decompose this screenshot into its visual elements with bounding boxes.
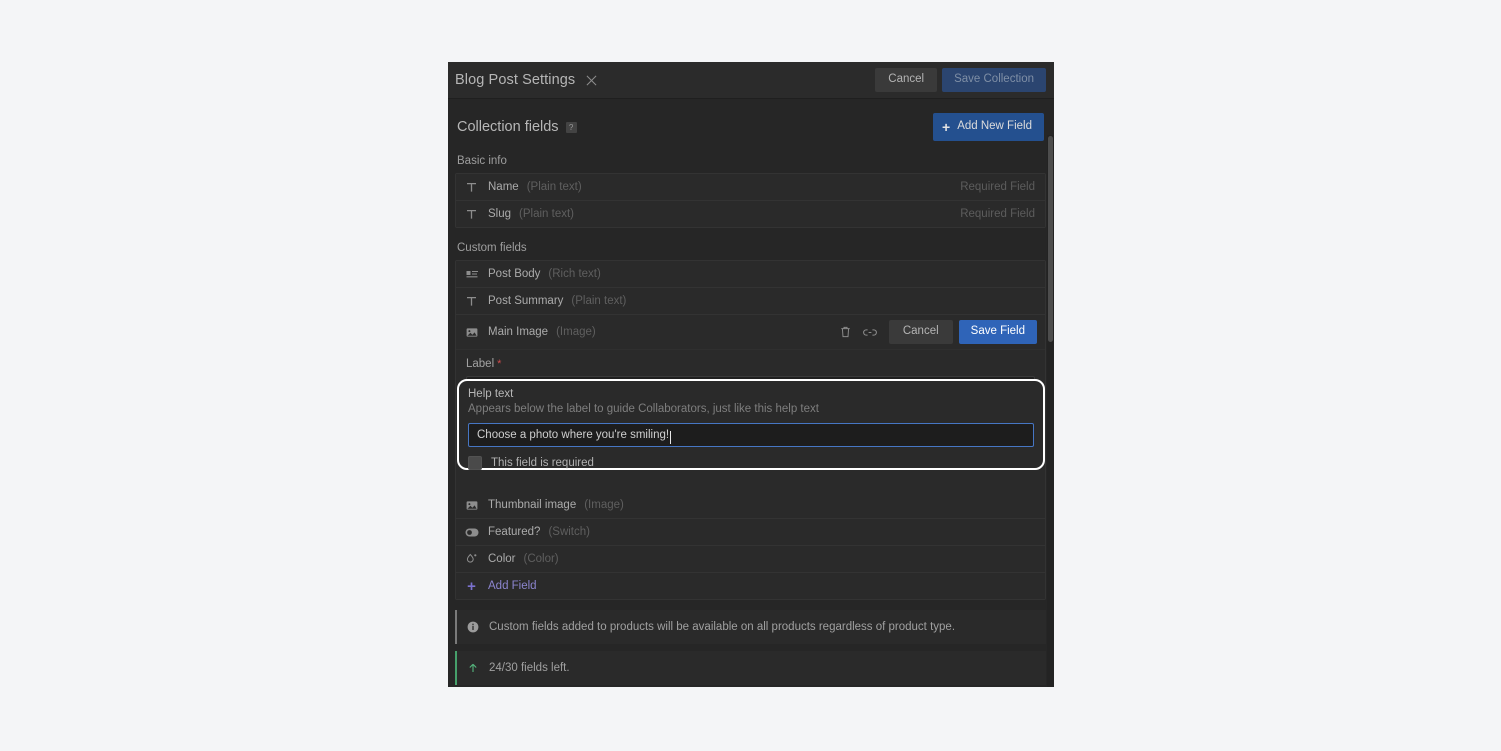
modal-title: Blog Post Settings: [455, 72, 576, 88]
save-collection-button[interactable]: Save Collection: [942, 68, 1046, 92]
basic-info-field-list: Name (Plain text) Required Field Slug (P…: [455, 173, 1046, 228]
arrow-up-icon: [466, 662, 480, 674]
add-new-field-label: Add New Field: [957, 120, 1032, 133]
fields-left-text: 24/30 fields left.: [489, 662, 570, 674]
plus-icon: +: [467, 577, 476, 595]
required-checkbox-row[interactable]: This field is required: [468, 456, 1034, 470]
link-icon[interactable]: [859, 321, 881, 343]
help-text-description: Appears below the label to guide Collabo…: [468, 403, 819, 415]
custom-fields-label: Custom fields: [457, 242, 527, 254]
label-caption: Label *: [466, 358, 1035, 370]
field-type: (Image): [584, 499, 624, 511]
switch-field-icon: [464, 528, 479, 537]
table-row[interactable]: Featured? (Switch): [456, 519, 1045, 546]
field-name: Name: [488, 181, 519, 193]
field-name: Post Summary: [488, 295, 564, 307]
info-notice-text: Custom fields added to products will be …: [489, 621, 956, 633]
add-field-row[interactable]: + Add Field: [456, 573, 1045, 599]
table-row[interactable]: Post Body (Rich text): [456, 261, 1045, 288]
plus-icon: +: [942, 118, 951, 135]
collection-settings-modal: Blog Post Settings Cancel Save Collectio…: [448, 62, 1054, 687]
save-field-button[interactable]: Save Field: [958, 320, 1037, 344]
close-icon[interactable]: [584, 73, 599, 88]
field-type: (Image): [556, 326, 596, 338]
field-type: (Plain text): [571, 295, 627, 307]
table-row[interactable]: Name (Plain text) Required Field: [456, 174, 1045, 201]
editing-field-header: Main Image (Image) Cancel Save Field: [456, 315, 1045, 350]
field-name: Thumbnail image: [488, 499, 577, 511]
field-type: (Plain text): [519, 208, 574, 220]
text-field-icon: [464, 182, 479, 193]
color-field-icon: [464, 553, 479, 565]
required-checkbox-label: This field is required: [491, 457, 594, 469]
rich-text-icon: [464, 269, 479, 280]
page-title: Collection fields: [457, 119, 559, 135]
table-row[interactable]: Thumbnail image (Image): [456, 492, 1045, 519]
field-name: Post Body: [488, 268, 541, 280]
text-field-icon: [464, 209, 479, 220]
screen-background: Blog Post Settings Cancel Save Collectio…: [0, 0, 1501, 751]
label-caption-text: Label: [466, 358, 495, 370]
field-name: Featured?: [488, 526, 541, 538]
image-field-icon: [464, 327, 479, 338]
status-badge: Required Field: [960, 181, 1035, 193]
help-text-input[interactable]: Choose a photo where you're smiling!: [468, 423, 1034, 447]
collection-fields-header: Collection fields ? + Add New Field: [455, 99, 1046, 151]
text-field-icon: [464, 296, 479, 307]
status-badge: Required Field: [960, 208, 1035, 220]
field-type: (Color): [523, 553, 559, 565]
table-row[interactable]: Color (Color): [456, 546, 1045, 573]
info-icon: [466, 621, 480, 633]
cancel-button[interactable]: Cancel: [875, 68, 938, 92]
table-row[interactable]: Post Summary (Plain text): [456, 288, 1045, 315]
modal-titlebar: Blog Post Settings Cancel Save Collectio…: [448, 62, 1054, 99]
field-name: Color: [488, 553, 516, 565]
scrollbar-thumb[interactable]: [1048, 136, 1053, 342]
info-notice: Custom fields added to products will be …: [455, 610, 1046, 644]
required-checkbox[interactable]: [468, 456, 482, 470]
basic-info-label: Basic info: [457, 155, 507, 167]
help-text-input-value: Choose a photo where you're smiling!: [477, 429, 670, 441]
image-field-icon: [464, 500, 479, 511]
add-new-field-button[interactable]: + Add New Field: [933, 113, 1044, 141]
help-text-highlight-card: Help text Appears below the label to gui…: [457, 379, 1045, 470]
vertical-scrollbar[interactable]: [1047, 135, 1054, 687]
field-type: (Plain text): [526, 181, 582, 193]
cancel-field-button[interactable]: Cancel: [888, 320, 953, 344]
field-type: (Rich text): [548, 268, 601, 280]
fields-left-notice: 24/30 fields left.: [455, 651, 1046, 685]
field-name: Slug: [488, 208, 512, 220]
text-caret: [670, 430, 672, 444]
trash-icon[interactable]: [835, 321, 857, 343]
field-name: Main Image: [488, 326, 549, 338]
add-field-label: Add Field: [488, 580, 537, 592]
help-question-icon[interactable]: ?: [565, 121, 577, 133]
help-text-label: Help text: [468, 388, 514, 400]
table-row[interactable]: Slug (Plain text) Required Field: [456, 201, 1045, 227]
field-type: (Switch): [548, 526, 590, 538]
required-marker: *: [497, 358, 502, 370]
